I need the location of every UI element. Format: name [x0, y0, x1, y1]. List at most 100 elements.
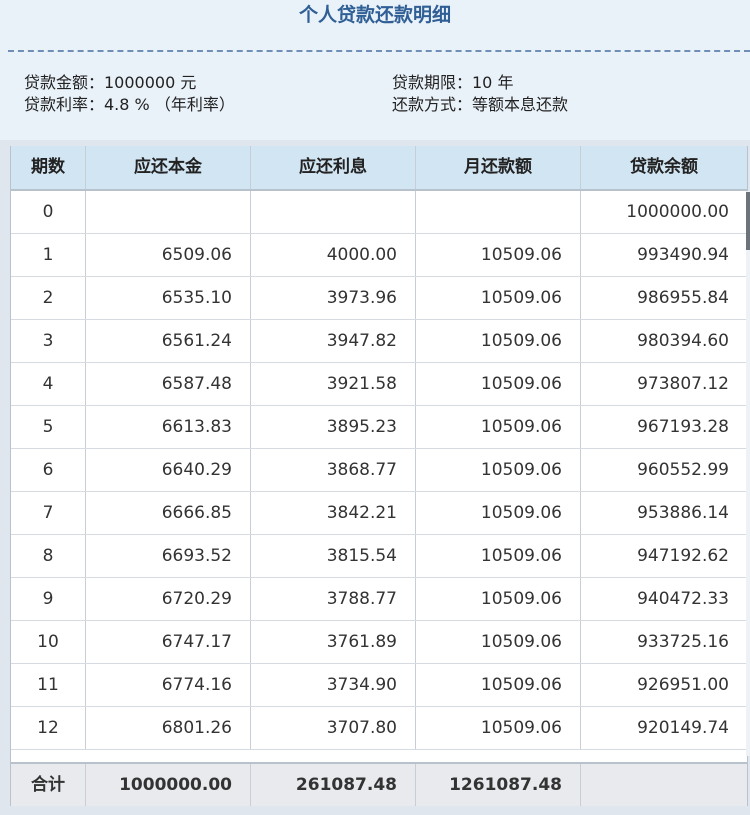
cell-interest: 4000.00: [251, 234, 416, 276]
cell-principal: 6801.26: [86, 707, 251, 749]
table-row: 11 6774.16 3734.90 10509.06 926951.00: [11, 664, 747, 707]
cell-monthly-payment: 10509.06: [416, 707, 581, 749]
cell-period: 5: [11, 406, 86, 448]
repayment-table: 期数 应还本金 应还利息 月还款额 贷款余额 0 1000000.00 1 6509.…: [10, 146, 748, 806]
cell-balance: 973807.12: [637, 374, 729, 394]
cell-interest: 3788.77: [251, 578, 416, 620]
cell-principal: 6774.16: [86, 664, 251, 706]
cell-principal: 6640.29: [86, 449, 251, 491]
cell-balance: 940472.33: [637, 589, 729, 609]
cell-balance: 986955.84: [637, 288, 729, 308]
table-row: 8 6693.52 3815.54 10509.06 947192.62: [11, 535, 747, 578]
cell-balance: 926951.00: [637, 675, 729, 695]
table-row: 12 6801.26 3707.80 10509.06 920149.74: [11, 707, 747, 750]
cell-interest: 3761.89: [251, 621, 416, 663]
cell-monthly-payment: 10509.06: [416, 621, 581, 663]
cell-balance: 1000000.00: [626, 202, 729, 222]
table-header: 期数 应还本金 应还利息 月还款额 贷款余额: [11, 146, 747, 191]
cell-balance: 960552.99: [637, 460, 729, 480]
table-row: 6 6640.29 3868.77 10509.06 960552.99: [11, 449, 747, 492]
cell-period: 11: [11, 664, 86, 706]
loan-info: 贷款金额：1000000 元 贷款利率：4.8 % （年利率） 贷款期限：10 …: [0, 72, 750, 122]
footer-interest-total: 261087.48: [251, 764, 416, 806]
table-row: 7 6666.85 3842.21 10509.06 953886.14: [11, 492, 747, 535]
table-footer: 合计 1000000.00 261087.48 1261087.48: [11, 762, 747, 806]
cell-interest: 3895.23: [251, 406, 416, 448]
repayment-table-panel: 期数 应还本金 应还利息 月还款额 贷款余额 0 1000000.00 1 6509.…: [0, 140, 750, 815]
table-row: 0 1000000.00: [11, 191, 747, 234]
cell-principal: 6613.83: [86, 406, 251, 448]
cell-interest: 3734.90: [251, 664, 416, 706]
footer-principal-total: 1000000.00: [86, 764, 251, 806]
header-monthly-payment: 月还款额: [416, 146, 581, 189]
cell-period: 7: [11, 492, 86, 534]
header-interest: 应还利息: [251, 146, 416, 189]
cell-principal: 6720.29: [86, 578, 251, 620]
cell-monthly-payment: 10509.06: [416, 535, 581, 577]
dashed-divider: [8, 50, 750, 52]
cell-period: 4: [11, 363, 86, 405]
table-scrollbar-track[interactable]: [746, 191, 750, 756]
loan-rate: 贷款利率：4.8 % （年利率）: [24, 95, 235, 114]
cell-period: 10: [11, 621, 86, 663]
footer-label: 合计: [11, 764, 86, 806]
cell-principal: 6535.10: [86, 277, 251, 319]
table-row: 5 6613.83 3895.23 10509.06 967193.28: [11, 406, 747, 449]
cell-balance: 980394.60: [637, 331, 729, 351]
repayment-method: 还款方式：等额本息还款: [392, 95, 569, 114]
table-row: 1 6509.06 4000.00 10509.06 993490.94: [11, 234, 747, 277]
cell-balance: 993490.94: [637, 245, 729, 265]
cell-principal: 6747.17: [86, 621, 251, 663]
table-row: 9 6720.29 3788.77 10509.06 940472.33: [11, 578, 747, 621]
cell-monthly-payment: 10509.06: [416, 234, 581, 276]
table-scrollbar-thumb[interactable]: [746, 192, 750, 250]
cell-monthly-payment: 10509.06: [416, 578, 581, 620]
loan-term: 贷款期限：10 年: [392, 73, 514, 92]
cell-interest: 3868.77: [251, 449, 416, 491]
cell-period: 0: [11, 191, 86, 233]
cell-monthly-payment: 10509.06: [416, 492, 581, 534]
cell-monthly-payment: 10509.06: [416, 320, 581, 362]
cell-interest: 3921.58: [251, 363, 416, 405]
header-balance: 贷款余额: [630, 157, 698, 177]
cell-monthly-payment: [416, 191, 581, 233]
cell-interest: [251, 191, 416, 233]
cell-period: 1: [11, 234, 86, 276]
cell-principal: 6587.48: [86, 363, 251, 405]
cell-principal: [86, 191, 251, 233]
cell-balance: 967193.28: [637, 417, 729, 437]
cell-interest: 3707.80: [251, 707, 416, 749]
cell-monthly-payment: 10509.06: [416, 363, 581, 405]
cell-balance: 953886.14: [637, 503, 729, 523]
cell-period: 8: [11, 535, 86, 577]
cell-interest: 3973.96: [251, 277, 416, 319]
cell-principal: 6561.24: [86, 320, 251, 362]
cell-monthly-payment: 10509.06: [416, 277, 581, 319]
cell-monthly-payment: 10509.06: [416, 449, 581, 491]
cell-balance: 920149.74: [637, 718, 729, 738]
cell-principal: 6693.52: [86, 535, 251, 577]
cell-period: 12: [11, 707, 86, 749]
cell-balance: 947192.62: [637, 546, 729, 566]
cell-period: 3: [11, 320, 86, 362]
header-principal: 应还本金: [86, 146, 251, 189]
cell-period: 9: [11, 578, 86, 620]
table-row: 3 6561.24 3947.82 10509.06 980394.60: [11, 320, 747, 363]
page-title: 个人贷款还款明细: [298, 4, 451, 26]
cell-monthly-payment: 10509.06: [416, 406, 581, 448]
footer-payment-total: 1261087.48: [416, 764, 581, 806]
cell-period: 6: [11, 449, 86, 491]
cell-period: 2: [11, 277, 86, 319]
cell-principal: 6509.06: [86, 234, 251, 276]
footer-balance: [581, 764, 747, 806]
table-row: 2 6535.10 3973.96 10509.06 986955.84: [11, 277, 747, 320]
table-row: 10 6747.17 3761.89 10509.06 933725.16: [11, 621, 747, 664]
loan-amount: 贷款金额：1000000 元: [24, 73, 197, 92]
cell-interest: 3842.21: [251, 492, 416, 534]
cell-interest: 3947.82: [251, 320, 416, 362]
cell-principal: 6666.85: [86, 492, 251, 534]
cell-interest: 3815.54: [251, 535, 416, 577]
cell-balance: 933725.16: [637, 632, 729, 652]
table-row: 4 6587.48 3921.58 10509.06 973807.12: [11, 363, 747, 406]
table-body[interactable]: 0 1000000.00 1 6509.06 4000.00 10509.06 993490…: [11, 191, 747, 761]
